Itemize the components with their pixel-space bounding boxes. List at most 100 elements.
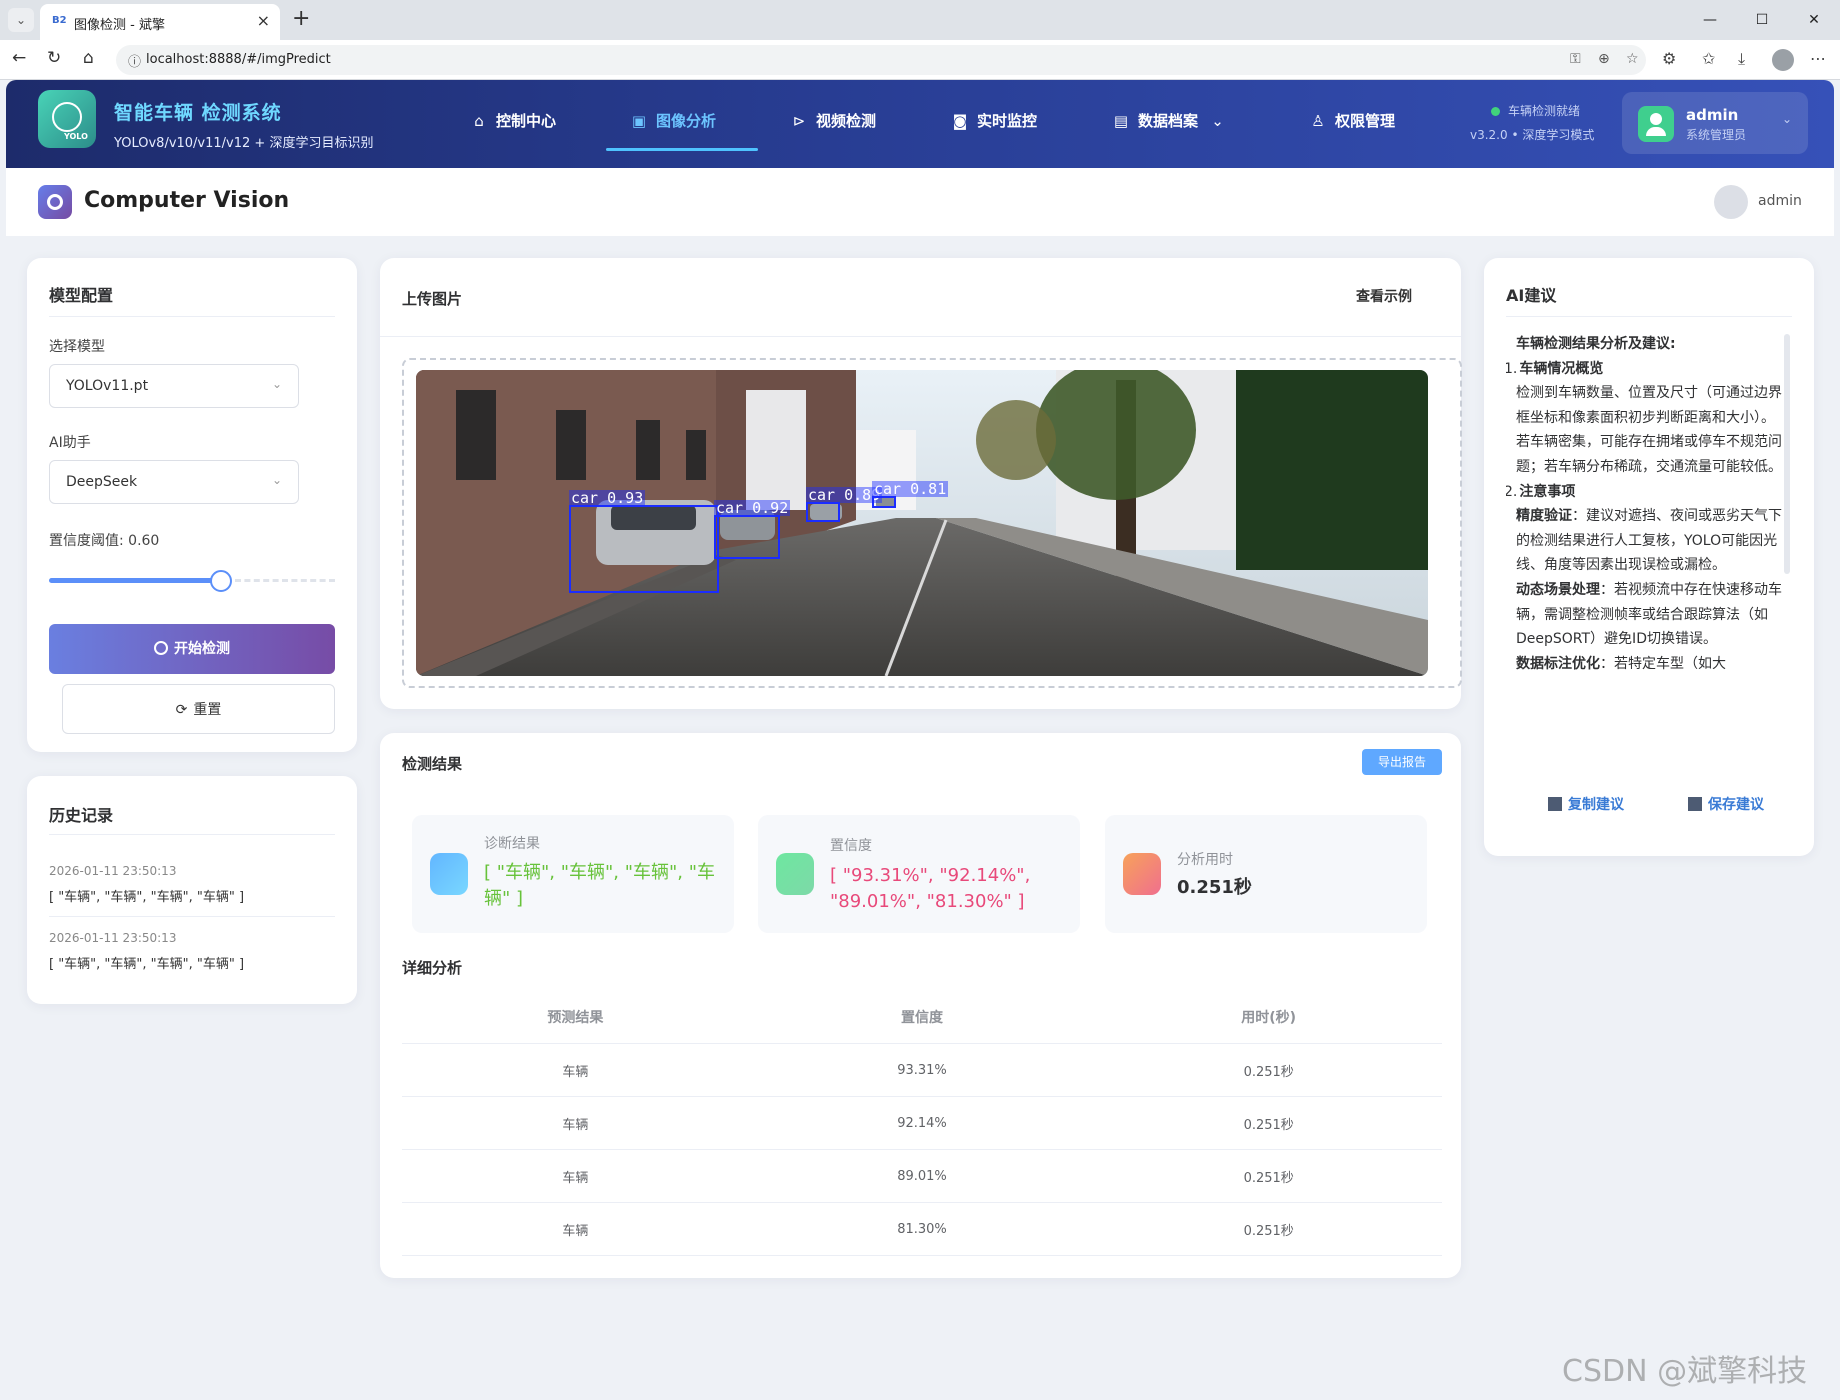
street-scene bbox=[416, 370, 1428, 676]
page-title: Computer Vision bbox=[84, 188, 290, 213]
nav-label: 视频检测 bbox=[816, 112, 877, 130]
ai-suggestion-content[interactable]: 车辆检测结果分析及建议: 1. 车辆情况概览 检测到车辆数量、位置及尺寸（可通过边… bbox=[1506, 332, 1804, 774]
image-icon: ▣ bbox=[631, 112, 647, 130]
model-select-value: YOLOv11.pt bbox=[66, 378, 149, 394]
start-detection-button[interactable]: 开始检测 bbox=[49, 624, 335, 674]
extensions-icon[interactable]: ⚙ bbox=[1662, 49, 1676, 68]
ai-bold-term: 动态场景处理 bbox=[1516, 581, 1600, 598]
export-report-button[interactable]: 导出报告 bbox=[1362, 749, 1442, 775]
copy-label: 复制建议 bbox=[1568, 797, 1624, 813]
ai-scrollbar[interactable] bbox=[1784, 334, 1790, 574]
cell: 车辆 bbox=[562, 1170, 589, 1186]
downloads-icon[interactable]: ⤓ bbox=[1738, 49, 1745, 69]
tab-close-icon[interactable]: × bbox=[257, 11, 270, 30]
divider bbox=[1506, 316, 1792, 317]
view-example-link[interactable]: 查看示例 bbox=[1356, 286, 1412, 306]
assistant-select[interactable]: DeepSeek ⌄ bbox=[49, 460, 299, 504]
camera-icon: ◙ bbox=[952, 112, 968, 130]
diagnosis-stat: 诊断结果 [ "车辆", "车辆", "车辆", "车辆" ] bbox=[412, 815, 734, 933]
ai-bold-term: 精度验证 bbox=[1516, 508, 1572, 525]
app-logo: YOLO bbox=[38, 90, 96, 148]
ai-paragraph: ：若特定车型（如大 bbox=[1600, 655, 1726, 672]
reset-button[interactable]: ⟳ 重置 bbox=[62, 684, 335, 734]
chevron-down-icon: ⌄ bbox=[271, 377, 282, 391]
table-header: 预测结果 置信度 用时(秒) bbox=[402, 991, 1442, 1044]
card-title: 上传图片 bbox=[402, 290, 463, 308]
assistant-select-value: DeepSeek bbox=[66, 474, 138, 490]
minimize-icon[interactable]: — bbox=[1684, 0, 1736, 40]
save-icon bbox=[1688, 797, 1702, 811]
nav-item-permissions[interactable]: ♙ 权限管理 bbox=[1309, 110, 1395, 131]
cell: 0.251秒 bbox=[1243, 1064, 1294, 1080]
browser-tab[interactable]: B2 图像检测 - 斌擎 × bbox=[40, 4, 280, 40]
close-window-icon[interactable]: ✕ bbox=[1788, 0, 1840, 40]
upload-dropzone[interactable]: car 0.93 car 0.92 car 0.89 car 0.81 bbox=[402, 358, 1462, 688]
divider bbox=[380, 336, 1461, 337]
browser-address-bar: ← ↻ ⌂ ⓘ localhost:8888/#/imgPredict ⚿ ⊕ … bbox=[0, 40, 1840, 80]
history-value[interactable]: [ "车辆", "车辆", "车辆", "车辆" ] bbox=[49, 953, 244, 972]
avatar[interactable] bbox=[1714, 185, 1748, 219]
ai-suggestion-text: 车辆检测结果分析及建议: 1. 车辆情况概览 检测到车辆数量、位置及尺寸（可通过边… bbox=[1506, 332, 1782, 676]
favorites-icon[interactable]: ✩ bbox=[1702, 49, 1715, 68]
bookmark-star-icon[interactable]: ☆ bbox=[1626, 51, 1639, 67]
nav-label: 实时监控 bbox=[977, 112, 1038, 130]
key-icon[interactable]: ⚿ bbox=[1570, 51, 1581, 67]
results-card: 检测结果 导出报告 诊断结果 [ "车辆", "车辆", "车辆", "车辆" … bbox=[380, 733, 1461, 1278]
maximize-icon[interactable]: ☐ bbox=[1736, 0, 1788, 40]
cv-logo-icon bbox=[38, 185, 72, 219]
card-title: 模型配置 bbox=[49, 286, 114, 305]
confidence-slider-fill bbox=[49, 578, 221, 583]
zoom-icon[interactable]: ⊕ bbox=[1598, 51, 1610, 67]
card-title: 历史记录 bbox=[49, 806, 114, 825]
profile-avatar[interactable] bbox=[1772, 49, 1794, 71]
url-field[interactable]: ⓘ localhost:8888/#/imgPredict ⚿ ⊕ ☆ bbox=[116, 45, 1646, 75]
save-label: 保存建议 bbox=[1708, 797, 1764, 813]
nav-item-image-analysis[interactable]: ▣ 图像分析 bbox=[630, 110, 716, 131]
start-button-label: 开始检测 bbox=[174, 641, 230, 657]
confidence-stat-value: [ "93.31%", "92.14%", "89.01%", "81.30%"… bbox=[830, 865, 1031, 912]
site-info-icon[interactable]: ⓘ bbox=[128, 51, 141, 70]
nav-item-realtime-monitor[interactable]: ◙ 实时监控 bbox=[951, 110, 1037, 131]
column-header: 用时(秒) bbox=[1241, 1010, 1297, 1026]
home-icon[interactable]: ⌂ bbox=[83, 48, 94, 68]
diagnosis-value: [ "车辆", "车辆", "车辆", "车辆" ] bbox=[484, 862, 716, 909]
assistant-label: AI助手 bbox=[49, 435, 91, 451]
detection-label: car 0.92 bbox=[714, 499, 791, 517]
new-tab-plus-icon[interactable]: + bbox=[292, 6, 310, 31]
nav-label: 图像分析 bbox=[656, 112, 717, 130]
confidence-slider-handle[interactable] bbox=[209, 570, 232, 592]
nav-item-video-detection[interactable]: ⊳ 视频检测 bbox=[790, 110, 876, 131]
history-value[interactable]: [ "车辆", "车辆", "车辆", "车辆" ] bbox=[49, 886, 244, 905]
copy-suggestion-button[interactable]: 复制建议 bbox=[1548, 794, 1624, 814]
ai-section-title: 车辆情况概览 bbox=[1519, 360, 1604, 377]
nav-label: 数据档案 bbox=[1138, 112, 1199, 130]
column-header: 置信度 bbox=[901, 1010, 943, 1026]
status-text: 车辆检测就绪 bbox=[1508, 104, 1581, 118]
reload-icon[interactable]: ↻ bbox=[47, 48, 61, 68]
divider bbox=[49, 834, 335, 835]
cell: 0.251秒 bbox=[1243, 1117, 1294, 1133]
back-arrow-icon[interactable]: ← bbox=[12, 48, 26, 68]
nav-item-control-center[interactable]: ⌂ 控制中心 bbox=[470, 110, 556, 131]
analysis-time-value: 0.251秒 bbox=[1177, 877, 1252, 898]
user-menu[interactable]: admin 系统管理员 ⌄ bbox=[1622, 92, 1808, 154]
cell: 81.30% bbox=[897, 1221, 947, 1237]
ai-suggestion-card: AI建议 车辆检测结果分析及建议: 1. 车辆情况概览 检测到车辆数量、位置及尺寸… bbox=[1484, 258, 1814, 856]
brand-subtitle: YOLOv8/v10/v11/v12 + 深度学习目标识别 bbox=[114, 136, 374, 151]
nav-item-data-archive[interactable]: ▤ 数据档案 ⌄ bbox=[1112, 110, 1224, 131]
home-icon: ⌂ bbox=[474, 112, 484, 130]
brand-title: 智能车辆 检测系统 bbox=[114, 102, 282, 124]
table-row: 车辆 89.01% 0.251秒 bbox=[402, 1150, 1442, 1203]
page-subheader: Computer Vision admin bbox=[6, 168, 1834, 236]
app-header: YOLO 智能车辆 检测系统 YOLOv8/v10/v11/v12 + 深度学习… bbox=[6, 80, 1834, 168]
cell: 车辆 bbox=[562, 1223, 589, 1239]
window-controls: — ☐ ✕ bbox=[1684, 0, 1840, 40]
cell: 93.31% bbox=[897, 1062, 947, 1078]
ai-section-title: 注意事项 bbox=[1519, 483, 1576, 500]
detection-label: car 0.89 bbox=[806, 486, 883, 504]
more-menu-icon[interactable]: ⋯ bbox=[1810, 49, 1826, 68]
model-select[interactable]: YOLOv11.pt ⌄ bbox=[49, 364, 299, 408]
tab-list-chevron-icon[interactable]: ⌄ bbox=[8, 8, 34, 32]
save-suggestion-button[interactable]: 保存建议 bbox=[1688, 794, 1764, 814]
card-title: 检测结果 bbox=[402, 755, 463, 773]
